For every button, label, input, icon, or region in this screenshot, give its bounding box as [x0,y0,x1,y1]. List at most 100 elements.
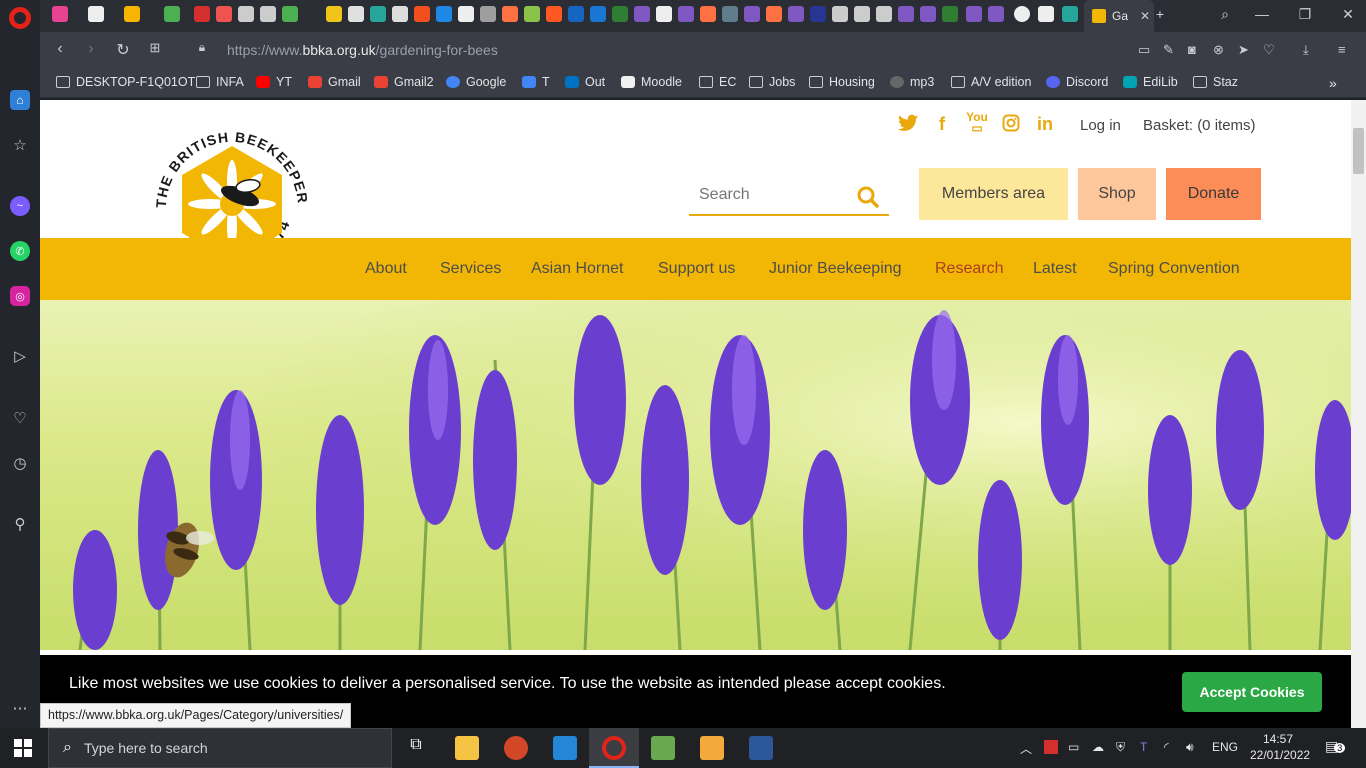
tab-grid-icon[interactable]: ⊞ [145,40,165,56]
tab[interactable] [1038,6,1054,22]
tab[interactable] [282,6,298,22]
tab[interactable] [392,6,408,22]
new-tab-icon[interactable]: + [1150,6,1170,22]
bookmark-item[interactable]: Staz [1193,75,1238,89]
volume-icon[interactable]: 🔊︎ [1186,740,1194,755]
members-area-button[interactable]: Members area [919,168,1068,220]
whatsapp-icon[interactable]: ✆ [10,241,30,261]
messenger-icon[interactable]: ~ [10,196,30,216]
favorite-icon[interactable]: ♡ [1263,42,1275,58]
nav-asian-hornet[interactable]: Asian Hornet [531,260,624,278]
tab[interactable] [656,6,672,22]
basket-link[interactable]: Basket: (0 items) [1143,117,1256,134]
tab[interactable] [832,6,848,22]
bookmark-item[interactable]: A/V edition [951,75,1031,89]
bookmark-item[interactable]: Jobs [749,75,795,89]
battery-icon[interactable]: ▭ [1068,740,1079,754]
notifications-icon[interactable]: ▤3 [1325,738,1346,755]
tab[interactable] [164,6,180,22]
twitter-icon[interactable] [897,114,919,137]
bookmark-item[interactable]: YT [256,75,292,89]
url-field[interactable]: https://www.bbka.org.uk/gardening-for-be… [227,42,498,58]
nav-services[interactable]: Services [440,260,501,278]
media-player-icon[interactable] [700,736,724,760]
tab[interactable] [348,6,364,22]
tab[interactable] [920,6,936,22]
tab[interactable] [326,6,342,22]
tab[interactable] [370,6,386,22]
powerpoint-icon[interactable] [504,736,528,760]
tab[interactable] [436,6,452,22]
tab[interactable] [722,6,738,22]
tab[interactable] [898,6,914,22]
cloud-icon[interactable]: ☁ [1092,740,1104,754]
tab-search-icon[interactable]: ⌕ [1215,6,1235,23]
tab[interactable] [502,6,518,22]
nav-spring-convention[interactable]: Spring Convention [1108,260,1240,278]
tab[interactable] [568,6,584,22]
tab[interactable] [766,6,782,22]
windows-start-icon[interactable] [14,739,32,757]
heart-icon[interactable]: ♡ [10,408,30,428]
accept-cookies-button[interactable]: Accept Cookies [1182,672,1322,712]
nav-junior-beekeeping[interactable]: Junior Beekeeping [769,260,902,278]
tab[interactable] [700,6,716,22]
tab[interactable] [238,6,254,22]
taskbar-clock[interactable]: 14:57 22/01/2022 [1250,731,1310,763]
bookmark-item[interactable]: EC [699,75,736,89]
speed-dial-icon[interactable]: ⌂ [10,90,30,110]
edit-icon[interactable]: ✎ [1163,42,1174,58]
send-icon[interactable]: ➤ [1238,42,1249,58]
menu-icon[interactable]: ≡ [1338,42,1346,57]
page-scrollbar[interactable] [1351,100,1366,728]
tab[interactable] [854,6,870,22]
word-icon[interactable] [749,736,773,760]
tab[interactable] [744,6,760,22]
task-view-icon[interactable]: ⧉ [404,736,428,760]
reader-icon[interactable]: ▭ [1138,42,1150,58]
bookmark-item[interactable]: Gmail2 [374,75,434,89]
lightbulb-icon[interactable]: ⚲ [10,514,30,534]
nav-about[interactable]: About [365,260,407,278]
notepad-plus-icon[interactable] [651,736,675,760]
bookmark-item[interactable]: Housing [809,75,875,89]
security-icon[interactable]: ⛨ [1116,740,1125,755]
tab[interactable] [634,6,650,22]
tab[interactable] [942,6,958,22]
tab[interactable] [458,6,474,22]
minimize-icon[interactable]: — [1252,6,1272,22]
forward-icon[interactable]: › [81,40,101,58]
history-icon[interactable]: ◷ [10,453,30,473]
bookmark-item[interactable]: mp3 [890,75,934,89]
language-indicator[interactable]: ENG [1212,740,1238,754]
bookmark-item[interactable]: INFA [196,75,244,89]
scroll-thumb[interactable] [1353,128,1364,174]
taskbar-search[interactable]: ⌕ Type here to search [48,728,392,768]
tab[interactable] [546,6,562,22]
reload-icon[interactable]: ↻ [113,40,133,60]
tab[interactable] [124,6,140,22]
tab[interactable] [52,6,68,22]
tab[interactable] [480,6,496,22]
tab[interactable] [1014,6,1030,22]
bookmarks-overflow-icon[interactable]: » [1329,75,1337,91]
tab[interactable] [260,6,276,22]
tab[interactable] [788,6,804,22]
search-icon[interactable] [857,186,879,208]
login-link[interactable]: Log in [1080,117,1121,134]
tab[interactable] [612,6,628,22]
tab[interactable] [988,6,1004,22]
tab[interactable] [1062,6,1078,22]
bookmark-item[interactable]: EdiLib [1123,75,1178,89]
bookmark-item[interactable]: Gmail [308,75,361,89]
search-input[interactable] [689,178,839,212]
tab[interactable] [216,6,232,22]
donate-button[interactable]: Donate [1166,168,1261,220]
player-icon[interactable]: ▷ [10,346,30,366]
teams-icon[interactable]: T [1140,740,1147,754]
tab[interactable] [414,6,430,22]
tab[interactable] [678,6,694,22]
active-tab[interactable]: Ga ✕ [1084,0,1154,32]
bookmark-item[interactable]: Discord [1046,75,1108,89]
instagram-icon[interactable]: ◎ [10,286,30,306]
